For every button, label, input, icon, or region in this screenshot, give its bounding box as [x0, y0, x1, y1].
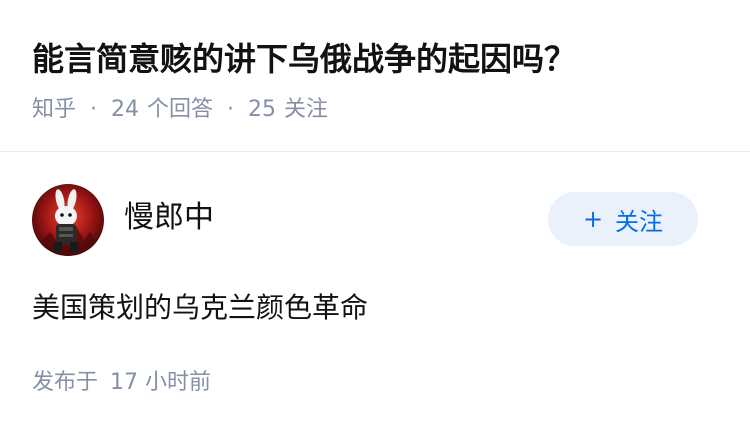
answer-content[interactable]: 美国策划的乌克兰颜色革命: [32, 288, 368, 328]
question-meta: 知乎 · 24 个回答 · 25 关注: [32, 94, 328, 126]
author-avatar[interactable]: [32, 184, 104, 256]
author-name[interactable]: 慢郎中: [124, 198, 214, 238]
publish-time-label: 发布于: [32, 370, 99, 395]
follow-button[interactable]: + 关注: [548, 192, 698, 246]
question-header: 能言简意赅的讲下乌俄战争的起因吗？ 知乎 · 24 个回答 · 25 关注: [0, 0, 750, 152]
publish-time: 发布于 17 小时前: [32, 367, 211, 399]
answer-count: 24: [111, 97, 140, 122]
follower-count-label: 关注: [284, 97, 329, 122]
plus-icon: +: [582, 205, 604, 233]
follow-button-label: 关注: [615, 207, 664, 236]
answer-card: 慢郎中 + 关注 美国策划的乌克兰颜色革命 发布于 17 小时前: [0, 152, 750, 434]
publish-time-value: 17 小时前: [110, 370, 212, 395]
source-label[interactable]: 知乎: [32, 94, 76, 126]
rabbit-avatar-icon: [32, 184, 104, 256]
separator-dot: ·: [227, 97, 235, 122]
question-title[interactable]: 能言简意赅的讲下乌俄战争的起因吗？: [32, 36, 576, 82]
answer-count-label: 个回答: [147, 97, 214, 122]
follower-count: 25: [248, 97, 277, 122]
separator-dot: ·: [90, 97, 98, 122]
